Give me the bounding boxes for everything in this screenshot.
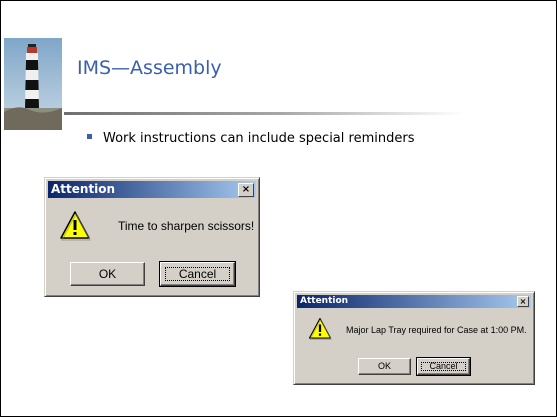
dialog-titlebar[interactable]: Attention × xyxy=(48,181,256,198)
dialog-message: Time to sharpen scissors! xyxy=(118,219,255,233)
cancel-button[interactable]: Cancel xyxy=(159,261,236,287)
bullet-item: Work instructions can include special re… xyxy=(87,131,414,146)
title-divider xyxy=(64,112,464,115)
attention-dialog-scissors: Attention × Time to sharpen scissors! OK… xyxy=(44,177,260,297)
attention-dialog-lap-tray: Attention × Major Lap Tray required for … xyxy=(293,291,535,385)
warning-icon xyxy=(60,211,91,241)
close-button[interactable]: × xyxy=(238,183,254,197)
ok-button[interactable]: OK xyxy=(70,262,145,286)
bullet-square-icon xyxy=(87,134,92,139)
slide: IMS—Assembly Work instructions can inclu… xyxy=(0,0,557,417)
close-button[interactable]: × xyxy=(517,296,529,307)
warning-icon xyxy=(308,317,332,340)
cancel-button[interactable]: Cancel xyxy=(416,357,471,376)
close-icon: × xyxy=(241,184,251,195)
bullet-text: Work instructions can include special re… xyxy=(103,131,415,146)
slide-title: IMS—Assembly xyxy=(77,57,222,79)
dialog-title: Attention xyxy=(51,182,116,196)
ok-button[interactable]: OK xyxy=(358,358,411,375)
focus-rectangle xyxy=(165,267,230,281)
dialog-message: Major Lap Tray required for Case at 1:00… xyxy=(346,325,527,335)
focus-rectangle xyxy=(421,362,466,371)
lighthouse-image xyxy=(4,38,62,130)
close-icon: × xyxy=(519,297,527,306)
dialog-titlebar[interactable]: Attention × xyxy=(297,295,531,308)
dialog-title: Attention xyxy=(300,296,349,306)
